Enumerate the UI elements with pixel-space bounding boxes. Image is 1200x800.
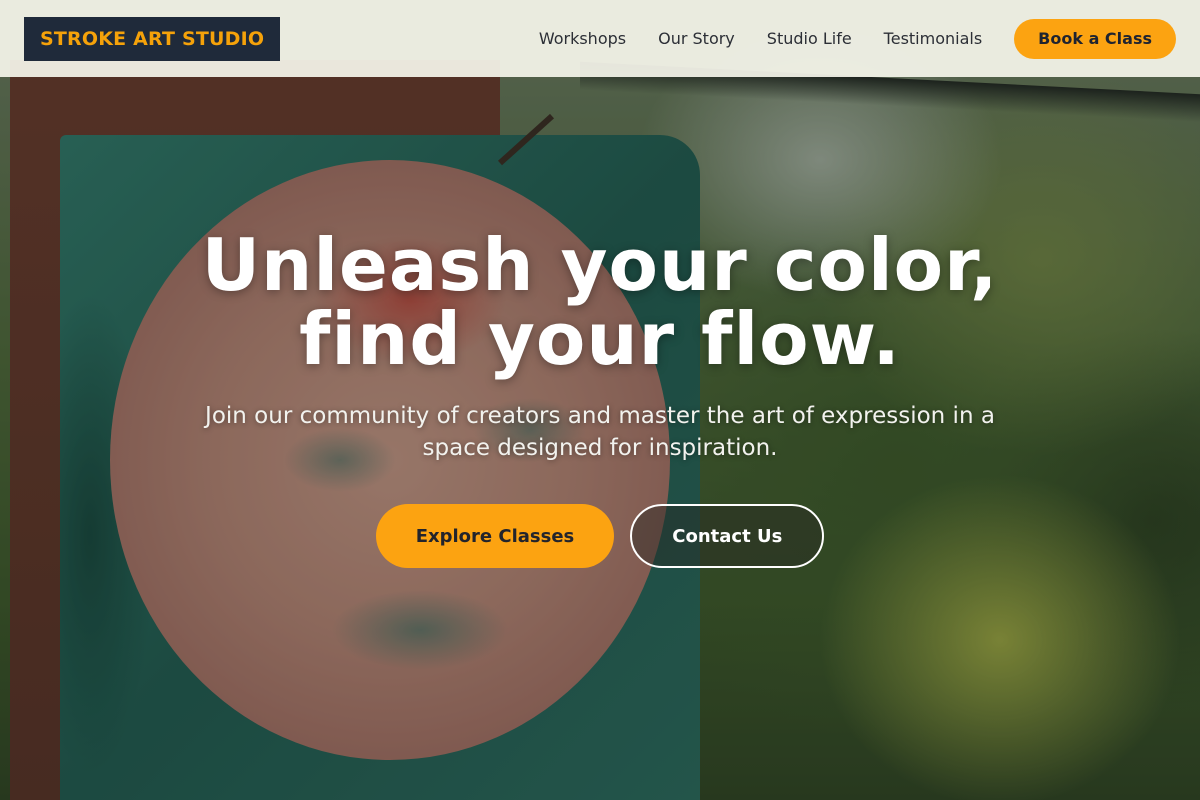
nav-link-our-story[interactable]: Our Story: [658, 29, 735, 48]
nav-link-testimonials[interactable]: Testimonials: [884, 29, 983, 48]
landing-page: STROKE ART STUDIO Workshops Our Story St…: [0, 0, 1200, 800]
hero-section: Unleash your color, find your flow. Join…: [0, 228, 1200, 568]
hero-title-line-1: Unleash your color,: [201, 223, 999, 307]
book-class-button[interactable]: Book a Class: [1014, 18, 1176, 59]
nav-link-studio-life[interactable]: Studio Life: [767, 29, 852, 48]
hero-actions: Explore Classes Contact Us: [0, 504, 1200, 568]
contact-us-button[interactable]: Contact Us: [630, 504, 825, 568]
explore-classes-button[interactable]: Explore Classes: [375, 504, 615, 568]
site-logo[interactable]: STROKE ART STUDIO: [24, 16, 281, 61]
site-header: STROKE ART STUDIO Workshops Our Story St…: [0, 0, 1200, 77]
main-nav: Workshops Our Story Studio Life Testimon…: [539, 18, 1176, 59]
hero-title-line-2: find your flow.: [299, 297, 901, 381]
hero-subtitle: Join our community of creators and maste…: [205, 403, 995, 461]
hero-title: Unleash your color, find your flow.: [0, 228, 1200, 376]
nav-link-workshops[interactable]: Workshops: [539, 29, 626, 48]
